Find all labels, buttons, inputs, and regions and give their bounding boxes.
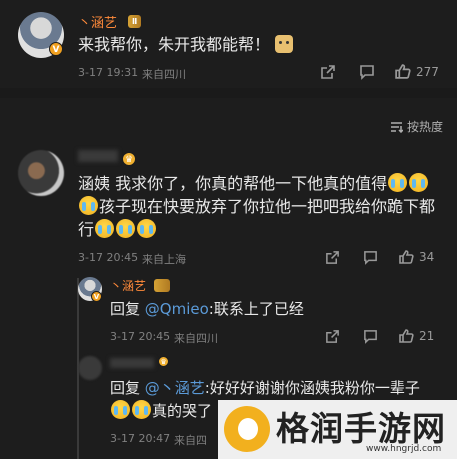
comment-icon — [364, 330, 377, 344]
comment-icon — [360, 65, 374, 80]
crying-emoji-icon — [388, 173, 408, 192]
verified-badge-icon: V — [91, 291, 102, 302]
verified-badge-icon: V — [49, 42, 63, 56]
comment-line-1: 涵姨 我求你了，你真的帮他一下他真的值得 — [78, 173, 429, 195]
reply-text-2: 真的哭了 — [110, 400, 212, 422]
mention-link[interactable]: @Qmieo — [145, 300, 209, 318]
sort-label: 按热度 — [406, 120, 443, 134]
comment-card-top: V 丶涵艺 Ⅱ 来我帮你，朱开我都能帮！ 3-17 19:31 来自四川 277 — [0, 0, 457, 88]
comment-time: 3-17 20:45 — [78, 251, 139, 264]
reply-content-2: 真的哭了 — [152, 402, 213, 420]
thumbs-up-icon — [399, 329, 414, 343]
thumbs-up-icon — [399, 250, 414, 264]
username[interactable] — [78, 150, 118, 162]
share-button[interactable] — [325, 250, 340, 265]
comment-text-content: 来我帮你，朱开我都能帮！ — [78, 35, 271, 54]
username-blurred[interactable] — [110, 358, 154, 368]
reply-time: 3-17 20:45 — [110, 330, 171, 343]
like-count: 34 — [419, 250, 435, 264]
comment-time: 3-17 19:31 — [78, 66, 139, 79]
reply-content-1: :好好好谢谢你涵姨我粉你一辈子 — [204, 379, 420, 397]
level-badge — [154, 279, 170, 292]
comment-line-3: 行 — [78, 219, 157, 241]
crying-emoji-icon — [116, 219, 136, 238]
like-button[interactable]: 34 — [398, 249, 434, 265]
share-button[interactable] — [320, 64, 336, 80]
reply-text-1: 回复 @丶涵艺:好好好谢谢你涵姨我粉你一辈子 — [110, 377, 420, 399]
comment-button[interactable] — [359, 64, 375, 80]
badge-icon: ♛ — [122, 152, 136, 166]
thumbs-up-icon — [395, 64, 411, 79]
comment-text-3: 行 — [78, 220, 95, 239]
share-icon — [326, 251, 339, 264]
comment-text: 来我帮你，朱开我都能帮！ — [78, 34, 294, 56]
doge-emoji-icon — [275, 35, 294, 53]
reply-content: :联系上了已经 — [208, 300, 304, 318]
watermark-brand: 格润手游网 — [276, 409, 446, 448]
crying-emoji-icon — [132, 400, 151, 419]
crying-emoji-icon — [95, 219, 115, 238]
crying-emoji-icon — [79, 196, 98, 215]
watermark: 格润手游网 www.hngrjd.com — [218, 400, 457, 459]
comment-button[interactable] — [363, 250, 378, 265]
comment-text-2: 孩子现在快要放弃了你拉他一把吧我给你跪下都 — [99, 197, 436, 216]
like-button[interactable]: 21 — [398, 328, 434, 344]
comment-button[interactable] — [363, 329, 378, 344]
share-icon — [321, 65, 335, 79]
sort-icon — [390, 121, 403, 133]
level-badge: Ⅱ — [128, 15, 142, 28]
like-count: 21 — [419, 329, 435, 343]
comment-line-2: 孩子现在快要放弃了你拉他一把吧我给你跪下都 — [78, 196, 435, 218]
comment-icon — [364, 251, 377, 265]
reply-location: 来自四川 — [174, 332, 218, 345]
reply-prefix: 回复 — [110, 379, 145, 397]
crying-emoji-icon — [409, 173, 429, 192]
like-button[interactable]: 277 — [394, 63, 439, 80]
comment-location: 来自四川 — [142, 68, 186, 81]
username[interactable]: 丶涵艺 — [78, 12, 117, 31]
share-button[interactable] — [325, 329, 340, 344]
watermark-url: www.hngrjd.com — [366, 444, 442, 454]
sort-by-hot-button[interactable]: 按热度 — [390, 118, 443, 135]
avatar[interactable] — [18, 150, 64, 196]
crying-emoji-icon — [111, 400, 130, 419]
reply-location: 来自四 — [174, 434, 207, 447]
username[interactable]: 丶涵艺 — [110, 277, 146, 294]
mention-link[interactable]: @丶涵艺 — [145, 379, 205, 397]
share-icon — [326, 330, 339, 343]
avatar[interactable] — [78, 356, 102, 380]
badge-icon: ♛ — [158, 356, 169, 367]
comment-location: 来自上海 — [142, 253, 186, 266]
reply-prefix: 回复 — [110, 300, 145, 318]
like-count: 277 — [416, 64, 439, 79]
crying-emoji-icon — [137, 219, 157, 238]
reply-time: 3-17 20:47 — [110, 432, 171, 445]
brand-logo-icon — [224, 406, 270, 452]
reply-text: 回复 @Qmieo:联系上了已经 — [110, 298, 304, 320]
comment-text-1: 涵姨 我求你了，你真的帮他一下他真的值得 — [78, 174, 388, 193]
